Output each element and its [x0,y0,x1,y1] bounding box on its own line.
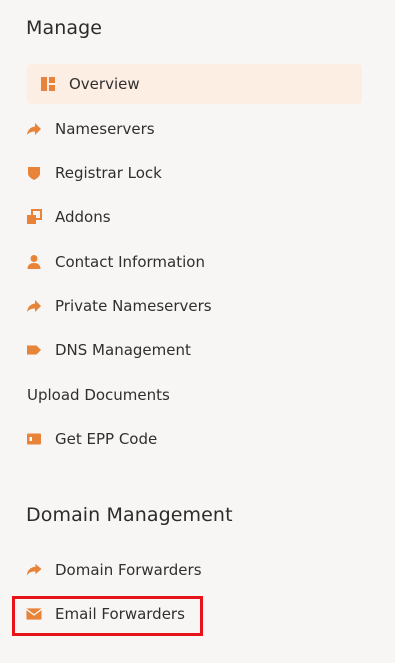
menu-item-label: Addons [55,208,111,226]
menu-item-label: DNS Management [55,341,191,359]
menu-item-upload-documents[interactable]: Upload Documents [26,375,170,415]
menu-item-registrar-lock[interactable]: Registrar Lock [26,153,162,193]
menu-item-addons[interactable]: Addons [26,197,111,237]
menu-item-label: Private Nameservers [55,297,212,315]
menu-item-label: Contact Information [55,253,205,271]
menu-item-nameservers[interactable]: Nameservers [26,109,155,149]
menu-item-dns-management[interactable]: DNS Management [26,330,191,370]
user-icon [26,254,42,270]
menu-item-label: Overview [69,75,140,93]
menu-item-overview[interactable]: Overview [27,64,362,104]
tag-icon [26,342,42,358]
menu-item-private-nameservers[interactable]: Private Nameservers [26,286,212,326]
share-arrow-icon [26,298,42,314]
section-title-domain-management: Domain Management [26,504,233,526]
addons-icon [26,209,42,225]
dashboard-icon [40,76,56,92]
menu-item-label: Domain Forwarders [55,561,202,579]
menu-item-label: Nameservers [55,120,155,138]
id-card-icon [26,431,42,447]
menu-item-label: Upload Documents [27,386,170,404]
forward-icon [26,562,42,578]
highlight-box [12,596,203,636]
menu-item-domain-forwarders[interactable]: Domain Forwarders [26,550,202,590]
menu-item-label: Registrar Lock [55,164,162,182]
shield-icon [26,165,42,181]
share-arrow-icon [26,121,42,137]
menu-item-contact-information[interactable]: Contact Information [26,242,205,282]
menu-item-get-epp-code[interactable]: Get EPP Code [26,419,157,459]
section-title-manage: Manage [26,17,103,39]
menu-item-label: Get EPP Code [55,430,158,448]
